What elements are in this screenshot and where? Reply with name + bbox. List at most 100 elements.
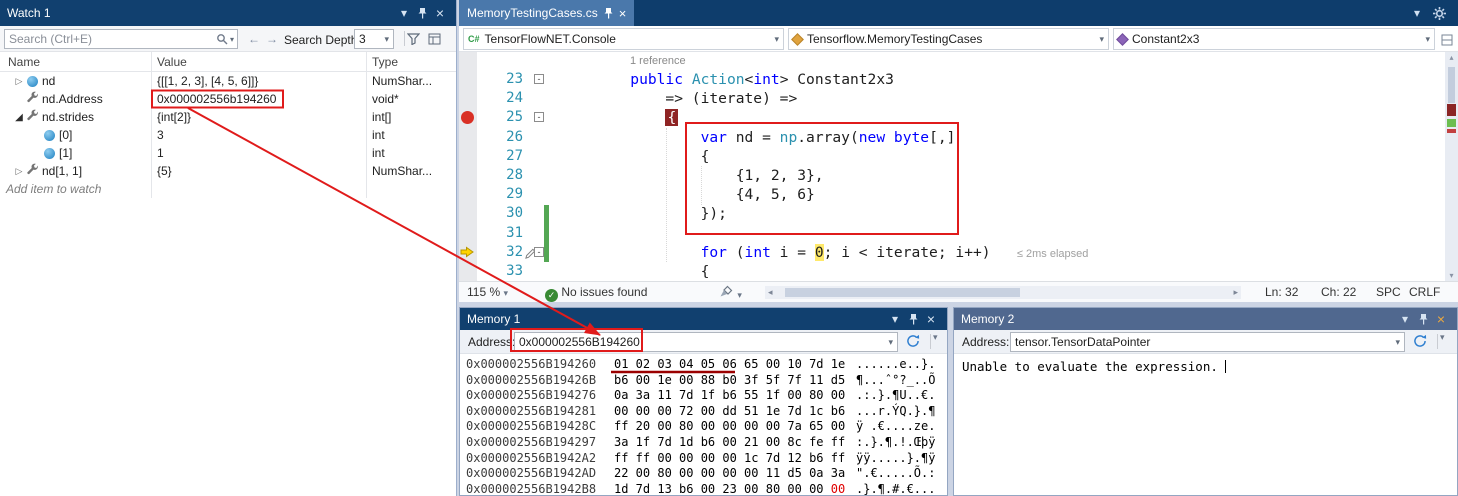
gear-icon[interactable] <box>1433 7 1446 23</box>
code-line-27[interactable]: 27 { <box>459 147 1445 166</box>
memory-bytes[interactable]: 1d 7d 13 b6 00 23 00 80 00 00 00 <box>614 482 856 495</box>
watch-columns-icon[interactable] <box>428 32 441 50</box>
code-text[interactable]: for (int i = 0; i < iterate; i++) ≤ 2ms … <box>560 243 1088 264</box>
search-options-chevron-icon[interactable]: ▾ <box>230 35 234 44</box>
watch-name-cell[interactable]: [0] <box>0 126 152 144</box>
memory-row[interactable]: 0x000002556B1942A2ff ff 00 00 00 00 1c 7… <box>466 451 947 467</box>
code-line-25[interactable]: 25- { <box>459 108 1445 127</box>
code-text[interactable]: => (iterate) => <box>560 89 797 108</box>
memory-bytes[interactable]: 00 00 00 72 00 dd 51 1e 7d 1c b6 <box>614 404 856 420</box>
code-text[interactable]: {4, 5, 6} <box>560 185 815 204</box>
code-line-32[interactable]: 32- for (int i = 0; i < iterate; i++) ≤ … <box>459 243 1445 262</box>
close-icon[interactable]: × <box>431 0 449 26</box>
code-text[interactable]: { <box>560 262 709 281</box>
code-line-28[interactable]: 28 {1, 2, 3}, <box>459 166 1445 185</box>
watch-value-cell[interactable]: 1 <box>152 144 367 162</box>
breakpoint-margin[interactable] <box>460 168 477 184</box>
tab-close-icon[interactable]: × <box>619 6 627 21</box>
memory-row[interactable]: 0x000002556B1942760a 3a 11 7d 1f b6 55 1… <box>466 388 947 404</box>
tab-memorytestingcases[interactable]: MemoryTestingCases.cs × <box>459 0 634 26</box>
memory-bytes[interactable]: 22 00 80 00 00 00 00 11 d5 0a 3a <box>614 466 856 482</box>
memory2-titlebar[interactable]: Memory 2 ▾ × <box>954 308 1457 330</box>
watch-value-cell[interactable]: {5} <box>152 162 367 180</box>
column-header-value[interactable]: Value <box>152 52 367 71</box>
address-input[interactable]: tensor.TensorDataPointer ▾ <box>1010 332 1405 352</box>
issues-indicator[interactable]: ✓ No issues found <box>545 285 647 302</box>
codelens-references[interactable]: 1 reference <box>630 55 686 67</box>
watch-row[interactable]: ▷nd[1, 1]{5}NumShar... <box>0 162 456 180</box>
pin-icon[interactable] <box>1414 308 1432 330</box>
search-box[interactable]: ▾ <box>4 29 238 49</box>
class-dropdown[interactable]: Tensorflow.MemoryTestingCases ▾ <box>788 28 1109 50</box>
scroll-left-icon[interactable]: ◂ <box>768 286 773 299</box>
breakpoint-margin[interactable] <box>460 245 477 261</box>
add-item-label[interactable]: Add item to watch <box>6 182 101 196</box>
watch-titlebar[interactable]: Watch 1 ▾ × <box>0 0 456 26</box>
code-line-24[interactable]: 24 => (iterate) => <box>459 89 1445 108</box>
breakpoint-margin[interactable] <box>460 187 477 203</box>
horizontal-scrollbar[interactable]: ◂ ▸ <box>765 286 1241 299</box>
watch-row[interactable]: ◢nd.strides{int[2]}int[] <box>0 108 456 126</box>
refresh-icon[interactable] <box>1413 334 1427 353</box>
window-menu-chevron-icon[interactable]: ▾ <box>886 308 904 330</box>
watch-value-cell[interactable]: {[[1, 2, 3], [4, 5, 6]]} <box>152 72 367 90</box>
search-input[interactable] <box>9 31 199 47</box>
watch-value-cell[interactable]: {int[2]} <box>152 108 367 126</box>
column-header-type[interactable]: Type <box>367 52 456 71</box>
split-window-icon[interactable] <box>1441 33 1453 51</box>
scrollbar-thumb[interactable] <box>785 288 1020 297</box>
watch-row[interactable]: [1]1int <box>0 144 456 162</box>
code-line-30[interactable]: 30 }); <box>459 204 1445 223</box>
expander-collapsed-icon[interactable]: ▷ <box>12 166 26 177</box>
window-menu-chevron-icon[interactable]: ▾ <box>395 0 413 26</box>
watch-name-cell[interactable]: ▷nd[1, 1] <box>0 162 152 180</box>
close-icon[interactable]: × <box>1432 308 1450 330</box>
fold-collapse-icon[interactable]: - <box>534 74 544 84</box>
code-text[interactable]: {1, 2, 3}, <box>560 166 824 185</box>
memory-bytes[interactable]: 3a 1f 7d 1d b6 00 21 00 8c fe ff <box>614 435 856 451</box>
breakpoint-margin[interactable] <box>460 130 477 146</box>
code-area[interactable]: 1 reference 23- public Action<int> Const… <box>459 52 1445 281</box>
code-line-26[interactable]: 26 var nd = np.array(new byte[,] <box>459 128 1445 147</box>
code-text[interactable]: { <box>560 147 709 166</box>
breakpoint-margin[interactable] <box>460 110 477 126</box>
watch-name-cell[interactable]: ▷nd <box>0 72 152 90</box>
code-line-23[interactable]: 23- public Action<int> Constant2x3 <box>459 70 1445 89</box>
memory-row[interactable]: 0x000002556B1942B81d 7d 13 b6 00 23 00 8… <box>466 482 947 495</box>
breakpoint-margin[interactable] <box>460 72 477 88</box>
watch-name-cell[interactable]: ◢nd.strides <box>0 108 152 126</box>
scroll-down-icon[interactable]: ▾ <box>1445 271 1458 280</box>
breakpoint-margin[interactable] <box>460 206 477 222</box>
expander-expanded-icon[interactable]: ◢ <box>12 112 26 123</box>
watch-row[interactable]: nd.Address0x000002556b194260void* <box>0 90 456 108</box>
toolbar-overflow-icon[interactable]: ▾ <box>933 332 938 343</box>
pin-icon[interactable] <box>904 308 922 330</box>
memory-bytes[interactable]: b6 00 1e 00 88 b0 3f 5f 7f 11 d5 <box>614 373 856 389</box>
breakpoint-margin[interactable] <box>460 149 477 165</box>
pin-icon[interactable] <box>413 0 431 26</box>
breakpoint-margin[interactable] <box>460 91 477 107</box>
search-next-icon[interactable]: → <box>266 32 278 46</box>
memory-row[interactable]: 0x000002556B1942973a 1f 7d 1d b6 00 21 0… <box>466 435 947 451</box>
member-dropdown[interactable]: Constant2x3 ▾ <box>1113 28 1435 50</box>
watch-row[interactable]: ▷nd{[[1, 2, 3], [4, 5, 6]]}NumShar... <box>0 72 456 90</box>
refresh-icon[interactable] <box>906 334 920 353</box>
memory-row[interactable]: 0x000002556B1942AD22 00 80 00 00 00 00 1… <box>466 466 947 482</box>
breakpoint-margin[interactable] <box>460 226 477 242</box>
code-line-29[interactable]: 29 {4, 5, 6} <box>459 185 1445 204</box>
memory-bytes[interactable]: 01 02 03 04 05 06 65 00 10 7d 1e <box>614 357 856 373</box>
code-text[interactable]: public Action<int> Constant2x3 <box>560 70 894 89</box>
address-input[interactable]: 0x000002556B194260 ▾ <box>514 332 898 352</box>
watch-column-headers[interactable]: Name Value Type <box>0 52 456 72</box>
project-dropdown[interactable]: C# TensorFlowNET.Console ▾ <box>463 28 784 50</box>
broom-icon[interactable]: ▾ <box>719 285 742 301</box>
fold-collapse-icon[interactable]: - <box>534 112 544 122</box>
zoom-dropdown[interactable]: 115 % ▾ <box>467 285 508 299</box>
column-header-name[interactable]: Name <box>0 52 152 71</box>
code-text[interactable]: }); <box>560 204 727 223</box>
watch-value-cell[interactable]: 0x000002556b194260 <box>152 90 367 108</box>
tab-pin-icon[interactable] <box>604 7 613 19</box>
code-text[interactable]: { <box>560 108 678 127</box>
close-icon[interactable]: × <box>922 308 940 330</box>
toolbar-overflow-icon[interactable]: ▾ <box>1440 332 1445 343</box>
